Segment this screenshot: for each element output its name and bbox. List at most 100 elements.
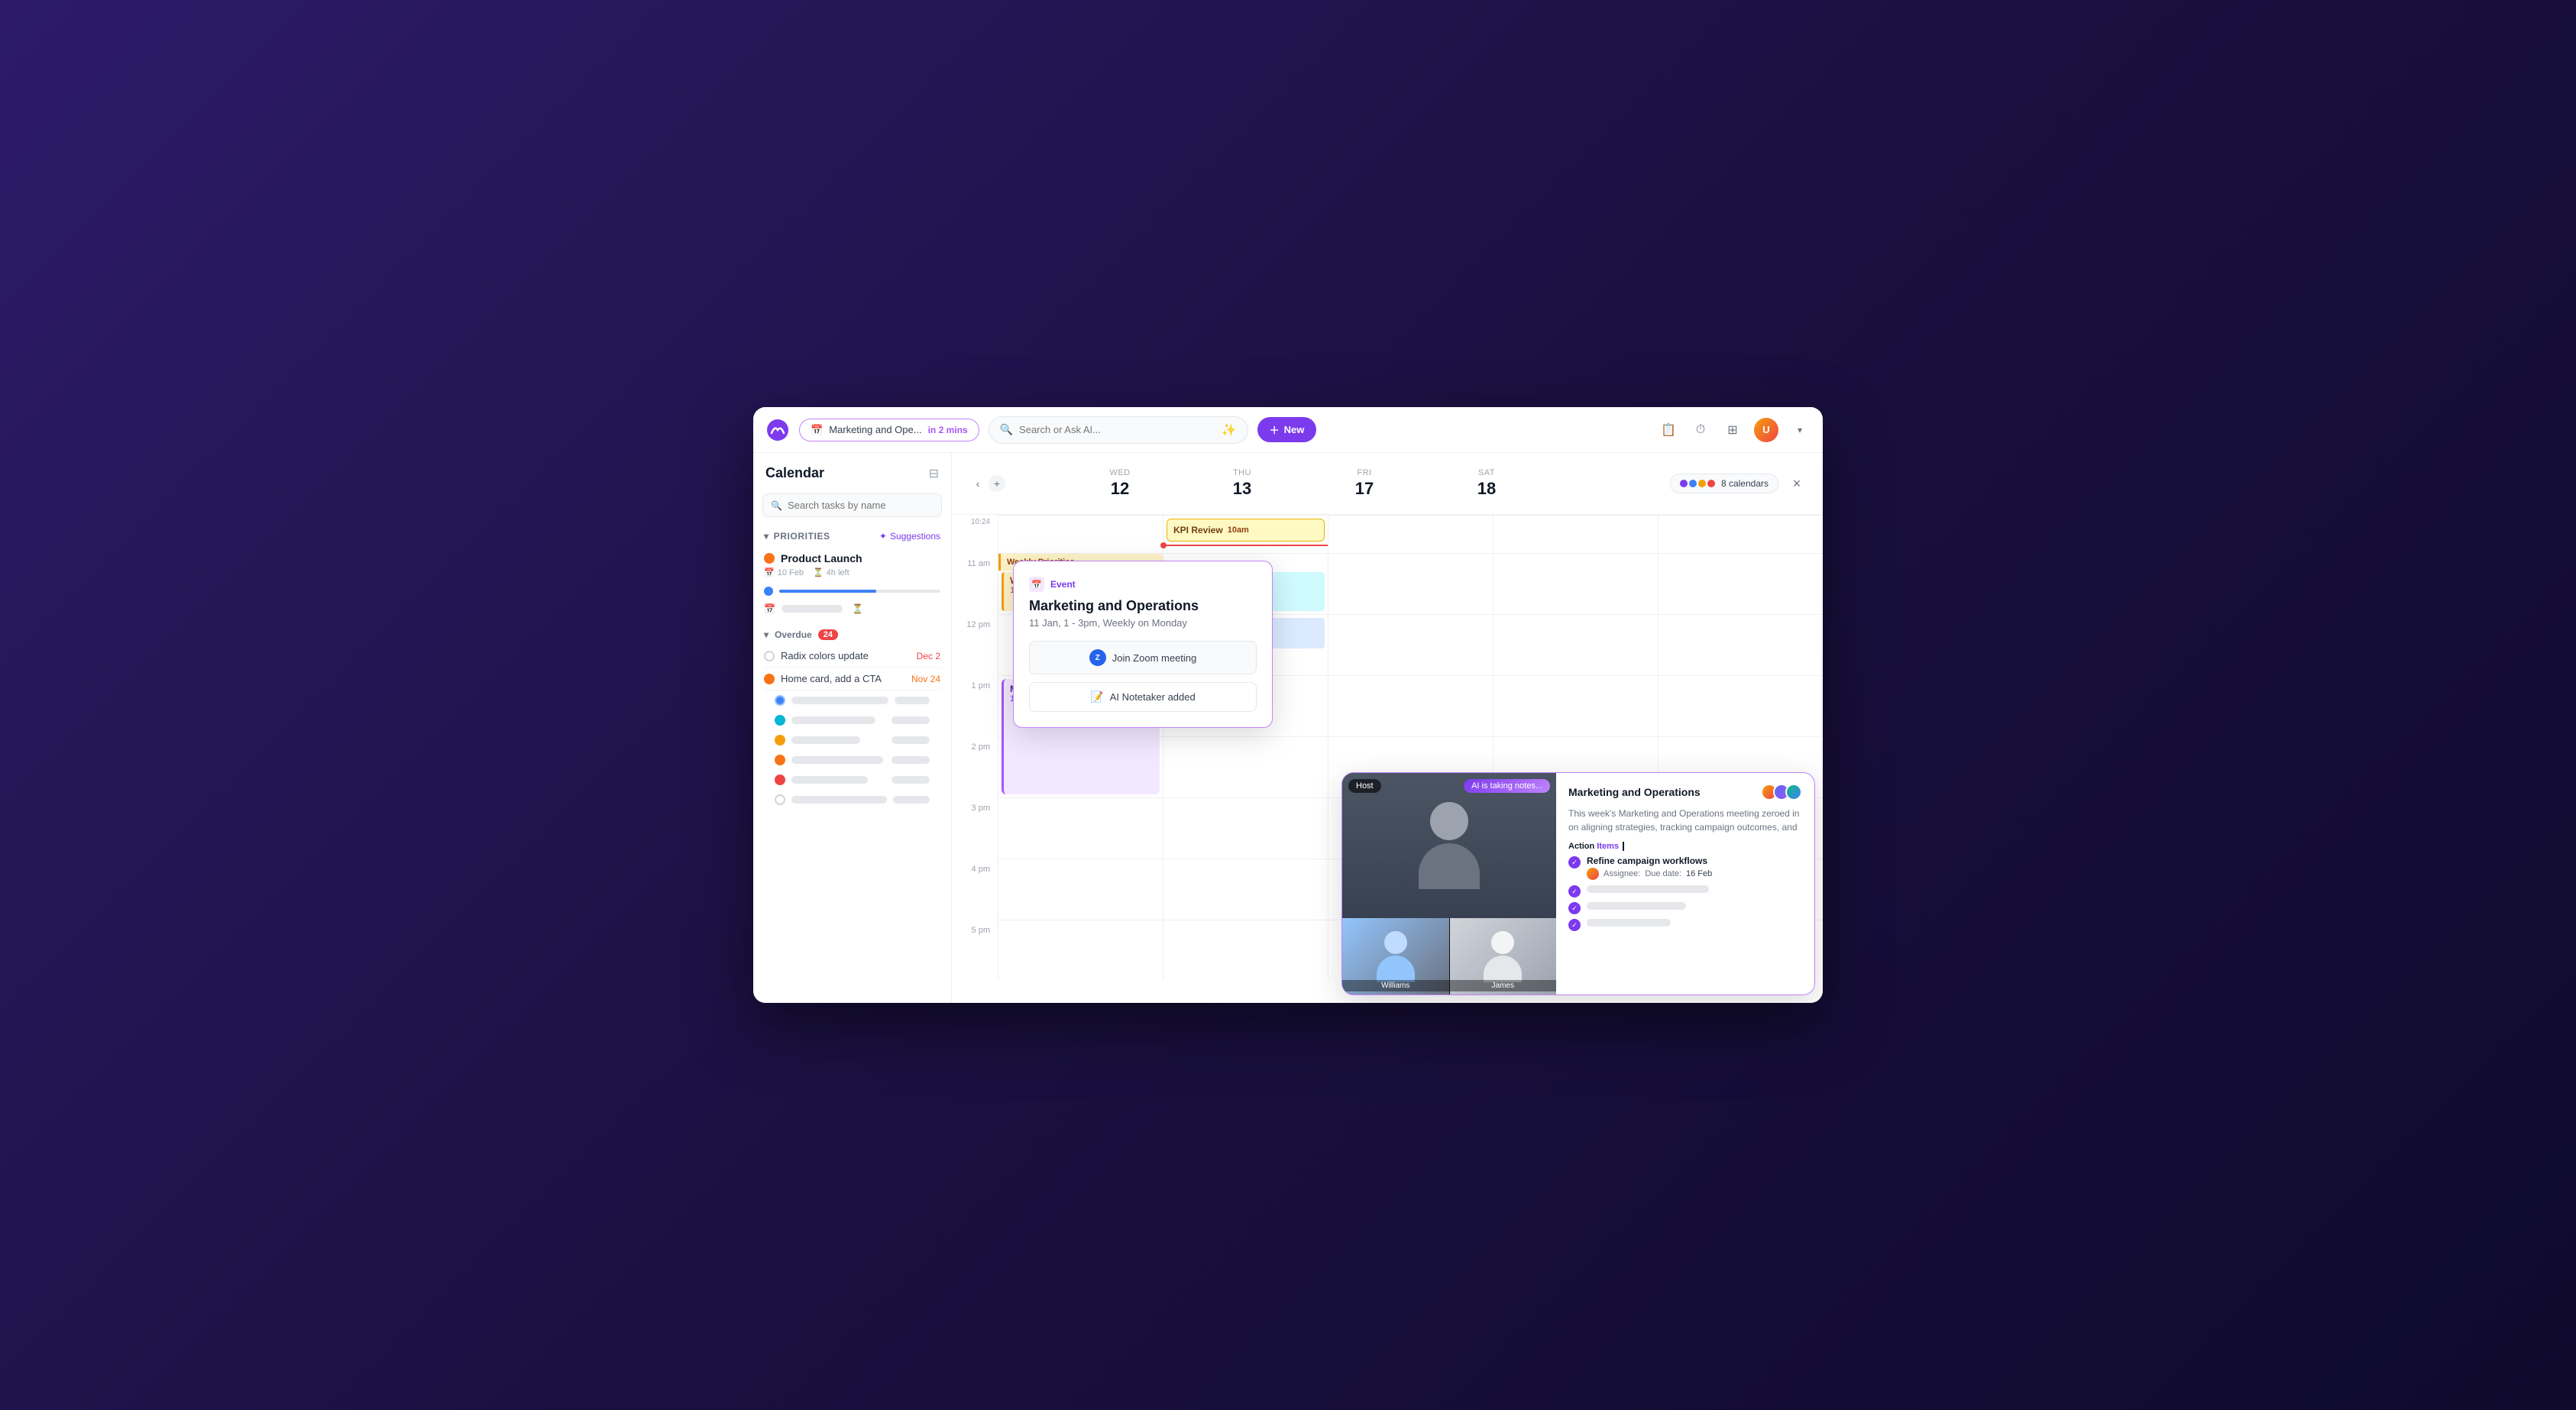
- day-cell[interactable]: KPI Review 10am: [1163, 515, 1328, 553]
- event-pill-title: Marketing and Ope...: [829, 424, 921, 435]
- day-cell-wed-3pm[interactable]: [998, 797, 1163, 859]
- time-label-4pm: 4 pm: [952, 859, 998, 920]
- blurred-date: [892, 736, 930, 744]
- global-search-input[interactable]: [1019, 424, 1215, 435]
- suggestions-button[interactable]: ✦ Suggestions: [879, 531, 940, 542]
- day-cell-sat-11[interactable]: [1493, 553, 1658, 614]
- blurred-icon: [775, 715, 785, 726]
- event-pill[interactable]: 📅 Marketing and Ope... in 2 mins: [799, 419, 979, 441]
- clipboard-icon[interactable]: 📋: [1658, 419, 1679, 441]
- day-cell[interactable]: [998, 515, 1163, 553]
- blurred-action-4: ✓: [1568, 918, 1802, 931]
- action-items-label: Action Items: [1568, 842, 1802, 851]
- calendar-days-grid: Wed 12 Thu 13 Fri 17 Sat 18: [1013, 461, 1670, 506]
- blurred-action-text: [1587, 902, 1686, 910]
- event-pill-time: in 2 mins: [928, 425, 968, 435]
- current-time-line: [1163, 545, 1328, 546]
- sidebar-layout-icon[interactable]: ⊟: [929, 466, 939, 481]
- zoom-icon: Z: [1089, 649, 1106, 666]
- meeting-description: This week's Marketing and Operations mee…: [1568, 807, 1802, 834]
- blurred-text: [791, 776, 868, 784]
- progress-bar-fill: [779, 590, 876, 593]
- event-kpi-review[interactable]: KPI Review 10am: [1167, 519, 1325, 542]
- cal-day-fri: Fri 17: [1303, 461, 1426, 506]
- day-cell-thu-4pm[interactable]: [1163, 859, 1328, 920]
- day-cell-sat-12[interactable]: [1493, 614, 1658, 675]
- calendar-grid[interactable]: 10:24 KPI Review 10am: [952, 515, 1823, 1003]
- day-cell[interactable]: [1493, 515, 1658, 553]
- topbar: 📅 Marketing and Ope... in 2 mins 🔍 ✨ ＋ N…: [753, 407, 1823, 453]
- overdue-item-radix[interactable]: Radix colors update Dec 2: [764, 645, 940, 668]
- day-cell-fri-12[interactable]: [1328, 614, 1493, 675]
- day-cell-fri-11[interactable]: [1328, 553, 1493, 614]
- blurred-action-3: ✓: [1568, 901, 1802, 914]
- action-check-icon: ✓: [1568, 856, 1581, 868]
- calendar-back-button[interactable]: ‹: [967, 473, 989, 494]
- day-cell-wed-5pm[interactable]: [998, 920, 1163, 981]
- due-label: Due date:: [1645, 869, 1681, 878]
- overdue-badge: 24: [818, 629, 838, 640]
- meeting-info-panel: Marketing and Operations This week's Mar…: [1556, 773, 1814, 994]
- day-cell-sat-1pm[interactable]: [1493, 675, 1658, 736]
- hourglass-icon-small: ⏳: [852, 603, 863, 614]
- close-button[interactable]: ×: [1786, 473, 1807, 494]
- overdue-item-home-card[interactable]: Home card, add a CTA Nov 24: [764, 668, 940, 690]
- ai-notetaker-button[interactable]: 📝 AI Notetaker added: [1029, 682, 1257, 712]
- user-avatar[interactable]: U: [1754, 418, 1778, 442]
- day-cell-wed-4pm[interactable]: [998, 859, 1163, 920]
- chevron-down-icon[interactable]: ▾: [1789, 419, 1811, 441]
- overdue-header[interactable]: ▾ Overdue 24: [764, 625, 940, 645]
- blurred-text: [791, 796, 887, 804]
- task-meta: 📅 10 Feb ⏳ 4h left: [764, 568, 940, 577]
- day-cell[interactable]: [1658, 515, 1823, 553]
- calendar-color-dots: [1680, 480, 1715, 487]
- priorities-header[interactable]: ▾ Priorities ✦ Suggestions: [753, 526, 951, 546]
- task-product-launch[interactable]: Product Launch 📅 10 Feb ⏳ 4h left: [753, 546, 951, 584]
- chevron-down-icon: ▾: [764, 629, 769, 640]
- calendar-right-controls: 8 calendars ×: [1670, 473, 1807, 494]
- popup-time: 11 Jan, 1 - 3pm, Weekly on Monday: [1029, 617, 1257, 629]
- calendar-icon-small: 📅: [764, 603, 775, 614]
- overdue-item-name: Home card, add a CTA: [764, 673, 882, 684]
- hourglass-icon: ⏳: [813, 568, 824, 577]
- timer-icon[interactable]: ⏱: [1690, 419, 1711, 441]
- progress-bar-bg: [779, 590, 940, 593]
- action-check-icon: ✓: [1568, 902, 1581, 914]
- cal-day-empty: [1548, 461, 1670, 506]
- day-cell-extra-12[interactable]: [1658, 614, 1823, 675]
- cal-day-wed: Wed 12: [1059, 461, 1181, 506]
- global-search-bar[interactable]: 🔍 ✨: [989, 416, 1248, 444]
- ai-note-icon: 📝: [1090, 690, 1103, 703]
- due-date: 16 Feb: [1686, 869, 1712, 878]
- grid-icon[interactable]: ⊞: [1722, 419, 1743, 441]
- app-logo[interactable]: [765, 418, 790, 442]
- day-cell-thu-2pm[interactable]: [1163, 736, 1328, 797]
- zoom-join-button[interactable]: Z Join Zoom meeting: [1029, 641, 1257, 674]
- day-cell-thu-3pm[interactable]: [1163, 797, 1328, 859]
- meeting-info-header: Marketing and Operations: [1568, 784, 1802, 800]
- task-status-dot: [764, 553, 775, 564]
- day-cell-extra-11[interactable]: [1658, 553, 1823, 614]
- participant-name-james: James: [1450, 980, 1557, 991]
- blurred-date: [893, 796, 930, 804]
- blurred-icon: [775, 695, 785, 706]
- new-button[interactable]: ＋ New: [1257, 417, 1317, 442]
- task-progress-row: [753, 584, 951, 599]
- day-cell-thu-5pm[interactable]: [1163, 920, 1328, 981]
- day-cell[interactable]: [1328, 515, 1493, 553]
- task-empty-circle: [764, 651, 775, 661]
- blurred-date: [892, 716, 930, 724]
- sidebar-search-input[interactable]: [788, 500, 934, 511]
- blurred-text: [791, 716, 875, 724]
- calendar-add-button[interactable]: +: [989, 475, 1005, 492]
- sidebar-search-bar[interactable]: 🔍: [762, 493, 942, 517]
- blurred-icon: [775, 735, 785, 745]
- app-window: 📅 Marketing and Ope... in 2 mins 🔍 ✨ ＋ N…: [753, 407, 1823, 1003]
- typing-cursor: [1623, 842, 1624, 851]
- calendars-button[interactable]: 8 calendars: [1670, 474, 1778, 493]
- day-cell-extra-1pm[interactable]: [1658, 675, 1823, 736]
- blurred-text: [791, 736, 860, 744]
- time-label-2pm: 2 pm: [952, 736, 998, 797]
- blurred-icon: [775, 794, 785, 805]
- day-cell-fri-1pm[interactable]: [1328, 675, 1493, 736]
